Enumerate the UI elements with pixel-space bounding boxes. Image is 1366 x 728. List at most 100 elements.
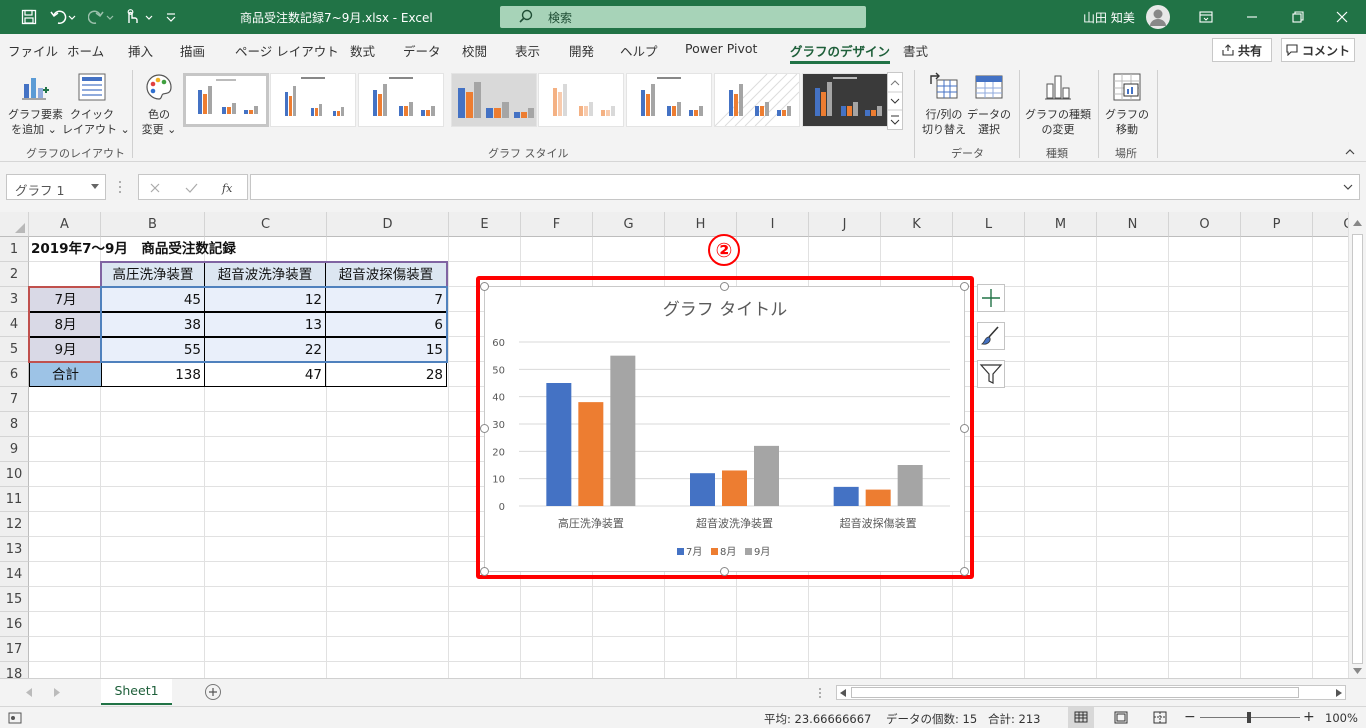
tab-review[interactable]: 校閲 xyxy=(462,41,487,60)
share-button[interactable]: 共有 xyxy=(1212,38,1272,62)
redo-icon[interactable] xyxy=(86,0,116,34)
tab-home[interactable]: ホーム xyxy=(67,41,104,60)
chart-filters-button[interactable] xyxy=(977,360,1005,388)
quick-layout-button[interactable]: クイック レイアウト ⌄ xyxy=(62,68,130,140)
tab-page-layout[interactable]: ページ レイアウト xyxy=(235,41,339,60)
resize-handle[interactable] xyxy=(480,282,489,291)
row-header-9[interactable]: 9 xyxy=(0,437,29,462)
column-header-b[interactable]: B xyxy=(101,212,205,237)
column-header-o[interactable]: O xyxy=(1169,212,1241,237)
row-header-14[interactable]: 14 xyxy=(0,562,29,587)
resize-handle[interactable] xyxy=(960,282,969,291)
change-colors-button[interactable]: 色の 変更 ⌄ xyxy=(138,68,180,140)
chart-styles-button[interactable] xyxy=(977,322,1005,350)
resize-handle[interactable] xyxy=(480,424,489,433)
comment-button[interactable]: コメント xyxy=(1281,38,1355,62)
row-header-6[interactable]: 6 xyxy=(0,362,29,387)
chart-style-5[interactable] xyxy=(538,73,624,127)
chart-elements-button[interactable] xyxy=(977,284,1005,312)
macro-record-icon[interactable] xyxy=(8,712,22,724)
switch-row-column-button[interactable]: 行/列の 切り替え xyxy=(920,68,968,140)
formula-input[interactable] xyxy=(250,174,1360,200)
sheet-title-cell[interactable]: 2019年7～9月 商品受注数記録 xyxy=(31,237,236,262)
row-header-12[interactable]: 12 xyxy=(0,512,29,537)
tab-formulas[interactable]: 数式 xyxy=(350,41,375,60)
row-header-16[interactable]: 16 xyxy=(0,612,29,637)
tab-help[interactable]: ヘルプ xyxy=(620,41,658,60)
row-header-3[interactable]: 3 xyxy=(0,287,29,312)
touch-mode-icon[interactable] xyxy=(122,0,156,34)
chart-style-2[interactable] xyxy=(270,73,356,127)
user-name[interactable]: 山田 知美 xyxy=(1083,9,1135,26)
tab-draw[interactable]: 描画 xyxy=(180,41,205,60)
name-box[interactable]: グラフ 1 xyxy=(6,174,106,200)
enter-icon[interactable] xyxy=(185,182,198,194)
zoom-level[interactable]: 100% xyxy=(1325,711,1358,725)
resize-handle[interactable] xyxy=(960,567,969,576)
column-header-m[interactable]: M xyxy=(1025,212,1097,237)
column-header-n[interactable]: N xyxy=(1097,212,1169,237)
tab-data[interactable]: データ xyxy=(403,41,441,60)
chart-style-1[interactable] xyxy=(183,73,269,127)
row-header-17[interactable]: 17 xyxy=(0,637,29,662)
resize-handle[interactable] xyxy=(720,567,729,576)
select-all-corner[interactable] xyxy=(0,212,29,237)
minimize-icon[interactable] xyxy=(1236,0,1268,34)
chart-style-8[interactable] xyxy=(802,73,888,127)
horizontal-scrollbar[interactable] xyxy=(836,685,1346,700)
scroll-thumb[interactable] xyxy=(1352,234,1363,664)
close-icon[interactable] xyxy=(1326,0,1358,34)
total-cell[interactable]: 28 xyxy=(325,362,447,387)
chart-style-3[interactable] xyxy=(358,73,444,127)
column-header-e[interactable]: E xyxy=(449,212,521,237)
page-break-view-icon[interactable] xyxy=(1153,711,1167,724)
search-input[interactable]: 検索 xyxy=(500,6,866,28)
tab-power-pivot[interactable]: Power Pivot xyxy=(685,41,757,56)
column-header-i[interactable]: I xyxy=(737,212,809,237)
gallery-scroll[interactable] xyxy=(887,72,903,130)
row-header-2[interactable]: 2 xyxy=(0,262,29,287)
column-header-g[interactable]: G xyxy=(593,212,665,237)
chart-style-7[interactable] xyxy=(714,73,800,127)
chart-style-4[interactable] xyxy=(451,73,537,127)
chart-style-6[interactable] xyxy=(626,73,712,127)
resize-handle[interactable] xyxy=(960,424,969,433)
restore-icon[interactable] xyxy=(1282,0,1314,34)
tab-format[interactable]: 書式 xyxy=(903,41,928,60)
zoom-slider-thumb[interactable] xyxy=(1247,712,1251,723)
total-cell[interactable]: 47 xyxy=(204,362,326,387)
select-data-button[interactable]: データの 選択 xyxy=(966,68,1012,140)
move-chart-button[interactable]: グラフの 移動 xyxy=(1104,68,1150,140)
row-header-11[interactable]: 11 xyxy=(0,487,29,512)
add-chart-element-button[interactable]: グラフ要素 を追加 ⌄ xyxy=(8,68,63,140)
tab-chart-design[interactable]: グラフのデザイン xyxy=(790,41,891,64)
ribbon-display-icon[interactable] xyxy=(1192,0,1220,34)
row-header-18[interactable]: 18 xyxy=(0,662,29,678)
column-header-q[interactable]: Q xyxy=(1313,212,1348,237)
zoom-in-button[interactable]: + xyxy=(1303,709,1315,725)
scroll-thumb[interactable] xyxy=(851,687,1299,698)
column-header-a[interactable]: A xyxy=(29,212,101,237)
row-header-1[interactable]: 1 xyxy=(0,237,29,262)
column-header-p[interactable]: P xyxy=(1241,212,1313,237)
column-header-c[interactable]: C xyxy=(205,212,327,237)
customize-toolbar-icon[interactable] xyxy=(162,0,180,34)
resize-handle[interactable] xyxy=(720,282,729,291)
zoom-out-button[interactable]: − xyxy=(1184,709,1196,725)
row-header-4[interactable]: 4 xyxy=(0,312,29,337)
insert-function-icon[interactable]: fx xyxy=(221,180,237,196)
tab-developer[interactable]: 開発 xyxy=(569,41,594,60)
row-header-15[interactable]: 15 xyxy=(0,587,29,612)
row-header-13[interactable]: 13 xyxy=(0,537,29,562)
sheet-tab-sheet1[interactable]: Sheet1 xyxy=(101,679,172,705)
next-sheet-icon[interactable] xyxy=(54,688,60,697)
resize-handle[interactable] xyxy=(480,567,489,576)
row-header-5[interactable]: 5 xyxy=(0,337,29,362)
avatar[interactable] xyxy=(1146,5,1170,29)
column-header-k[interactable]: K xyxy=(881,212,953,237)
column-header-d[interactable]: D xyxy=(327,212,449,237)
column-header-l[interactable]: L xyxy=(953,212,1025,237)
expand-formula-icon[interactable] xyxy=(1343,184,1353,191)
save-icon[interactable] xyxy=(18,0,40,34)
change-chart-type-button[interactable]: グラフの種類 の変更 xyxy=(1024,68,1092,140)
